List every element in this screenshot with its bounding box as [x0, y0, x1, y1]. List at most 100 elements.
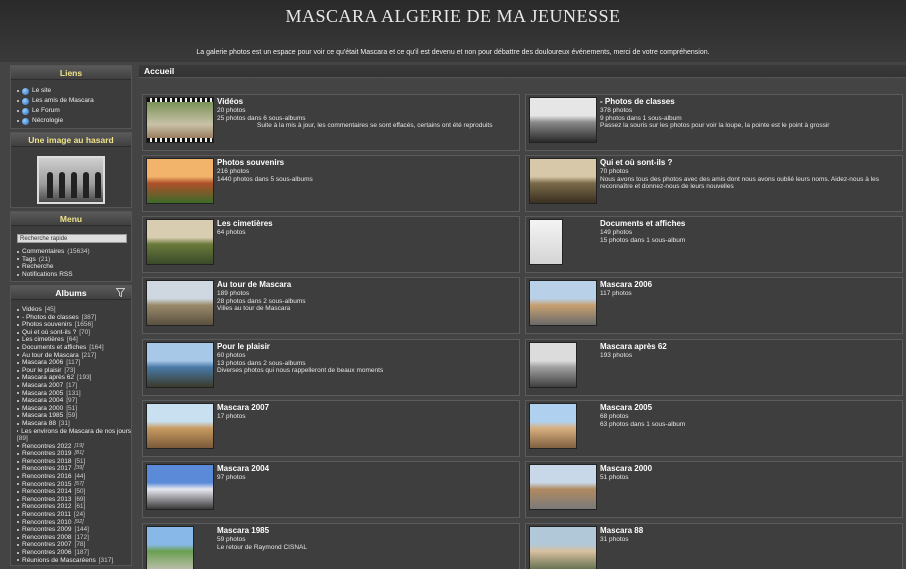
album-item[interactable]: Rencontres 2006 [187]: [17, 549, 131, 557]
album-card[interactable]: - Photos de classes 378 photos 9 photos da…: [525, 94, 903, 151]
album-thumbnail[interactable]: [529, 219, 563, 265]
album-item-label[interactable]: Photos souvenirs: [22, 321, 72, 329]
album-item-label[interactable]: Les cimetières: [22, 336, 64, 344]
album-item-label[interactable]: Rencontres 2015: [22, 481, 72, 489]
album-card-title[interactable]: Photos souvenirs: [217, 158, 284, 167]
album-item[interactable]: Les cimetières [64]: [17, 336, 131, 344]
album-item[interactable]: Mascara 2007 [17]: [17, 382, 131, 390]
album-card-title[interactable]: Mascara 2004: [217, 464, 269, 473]
album-item[interactable]: Mascara 1985 [59]: [17, 412, 131, 420]
album-item-label[interactable]: Vidéos: [22, 306, 42, 314]
album-item-label[interactable]: Mascara 2005: [22, 390, 63, 398]
album-item[interactable]: Les environs de Mascara de nos jours: [17, 428, 131, 436]
album-item-label[interactable]: Rencontres 2007: [22, 541, 72, 549]
menu-item[interactable]: Tags (21): [17, 256, 131, 264]
album-card-title[interactable]: Vidéos: [217, 97, 243, 106]
album-item[interactable]: Rencontres 2016 [44]: [17, 473, 131, 481]
album-item-label[interactable]: Documents et affiches: [22, 344, 86, 352]
album-item[interactable]: Documents et affiches [164]: [17, 344, 131, 352]
album-card[interactable]: Mascara 1985 59 photos Le retour de Raymon…: [142, 523, 520, 569]
album-item-label[interactable]: Mascara 2007: [22, 382, 63, 390]
album-item-label[interactable]: Les environs de Mascara de nos jours: [21, 428, 131, 436]
album-item-label[interactable]: Rencontres 2006: [22, 549, 72, 557]
album-thumbnail[interactable]: [146, 403, 214, 449]
album-card-title[interactable]: Mascara 2005: [600, 403, 652, 412]
site-title[interactable]: MASCARA ALGERIE DE MA JEUNESSE: [0, 6, 906, 27]
album-item-label[interactable]: Rencontres 2010: [22, 519, 72, 527]
album-card-title[interactable]: Mascara 2000: [600, 464, 652, 473]
album-item-label[interactable]: Rencontres 2012: [22, 503, 72, 511]
album-card[interactable]: Qui et où sont-ils ? 70 photos Nous avons …: [525, 155, 903, 212]
album-item[interactable]: Réunions de Mascaréens [317]: [17, 557, 131, 565]
album-thumbnail[interactable]: [529, 342, 577, 388]
link-label[interactable]: Le site: [32, 86, 51, 96]
album-card[interactable]: Mascara 2007 17 photos: [142, 400, 520, 457]
album-item-label[interactable]: Rencontres 2016: [22, 473, 72, 481]
album-item-label[interactable]: Rencontres 2008: [22, 534, 72, 542]
album-card[interactable]: Mascara après 62 193 photos: [525, 339, 903, 396]
album-item[interactable]: Rencontres 2018 [51]: [17, 458, 131, 466]
menu-item[interactable]: Recherche: [17, 263, 131, 271]
album-card-title[interactable]: Mascara 2006: [600, 280, 652, 289]
album-item[interactable]: Pour le plaisir [73]: [17, 367, 131, 375]
menu-item[interactable]: Commentaires (15634): [17, 248, 131, 256]
album-item-label[interactable]: Réunions de Mascaréens: [22, 557, 96, 565]
album-item[interactable]: Rencontres 2014 [50]: [17, 488, 131, 496]
album-card[interactable]: Mascara 2006 117 photos: [525, 277, 903, 334]
album-thumbnail[interactable]: [146, 158, 214, 204]
album-card[interactable]: Vidéos 20 photos 25 photos dans 6 sous-alb…: [142, 94, 520, 151]
album-item-label[interactable]: [89]: [17, 435, 28, 443]
album-thumbnail[interactable]: [529, 403, 577, 449]
link-item[interactable]: Les amis de Mascara: [17, 96, 131, 106]
filter-icon[interactable]: [116, 288, 125, 297]
album-thumbnail[interactable]: [146, 219, 214, 265]
album-card-title[interactable]: Documents et affiches: [600, 219, 685, 228]
album-item-label[interactable]: Rencontres 2011: [22, 511, 71, 519]
album-item[interactable]: Rencontres 2013 [69]: [17, 496, 131, 504]
album-card-title[interactable]: Au tour de Mascara: [217, 280, 291, 289]
album-card-title[interactable]: Mascara après 62: [600, 342, 667, 351]
album-item[interactable]: Au tour de Mascara [217]: [17, 352, 131, 360]
album-item[interactable]: Rencontres 2022 [19]: [17, 443, 131, 451]
album-item-label[interactable]: Pour le plaisir: [22, 367, 61, 375]
menu-item-label[interactable]: Tags: [22, 256, 36, 264]
album-thumbnail[interactable]: [146, 526, 194, 569]
album-item-label[interactable]: Rencontres 2017: [22, 465, 72, 473]
album-item[interactable]: Rencontres 2015 [57]: [17, 481, 131, 489]
menu-item-label[interactable]: Recherche: [22, 263, 53, 271]
album-item-label[interactable]: Mascara 2004: [22, 397, 63, 405]
album-thumbnail[interactable]: [146, 280, 214, 326]
album-item-label[interactable]: Mascara après 62: [22, 374, 74, 382]
album-item[interactable]: [89]: [17, 435, 131, 443]
album-thumbnail[interactable]: [529, 464, 597, 510]
album-item[interactable]: Mascara 2006 [117]: [17, 359, 131, 367]
album-card[interactable]: Mascara 88 31 photos: [525, 523, 903, 569]
breadcrumb-home[interactable]: Accueil: [144, 66, 174, 76]
album-card[interactable]: Mascara 2000 51 photos: [525, 461, 903, 518]
random-image-thumbnail[interactable]: [37, 156, 105, 204]
menu-item-label[interactable]: Notifications RSS: [22, 271, 73, 279]
album-card-title[interactable]: Mascara 2007: [217, 403, 269, 412]
album-item[interactable]: Mascara après 62 [193]: [17, 374, 131, 382]
album-card[interactable]: Photos souvenirs 216 photos 1440 photos da…: [142, 155, 520, 212]
album-item[interactable]: Rencontres 2019 [81]: [17, 450, 131, 458]
link-label[interactable]: Le Forum: [32, 106, 60, 116]
album-item[interactable]: Rencontres 2009 [144]: [17, 526, 131, 534]
album-item[interactable]: Rencontres 2011 [24]: [17, 511, 131, 519]
link-item[interactable]: Le site: [17, 86, 131, 96]
album-card-title[interactable]: Pour le plaisir: [217, 342, 270, 351]
album-card-title[interactable]: Mascara 1985: [217, 526, 269, 535]
album-card[interactable]: Les cimetières 64 photos: [142, 216, 520, 273]
album-card-title[interactable]: Mascara 88: [600, 526, 643, 535]
album-item[interactable]: Rencontres 2010 [92]: [17, 519, 131, 527]
album-item-label[interactable]: Rencontres 2019: [22, 450, 72, 458]
album-thumbnail[interactable]: [529, 158, 597, 204]
album-item-label[interactable]: Mascara 2006: [22, 359, 63, 367]
album-item[interactable]: Mascara 2004 [97]: [17, 397, 131, 405]
album-card-title[interactable]: - Photos de classes: [600, 97, 675, 106]
album-item-label[interactable]: Rencontres 2014: [22, 488, 72, 496]
album-thumbnail[interactable]: [146, 97, 214, 143]
album-item[interactable]: - Photos de classes [387]: [17, 314, 131, 322]
album-thumbnail[interactable]: [146, 342, 214, 388]
album-item[interactable]: Rencontres 2007 [78]: [17, 541, 131, 549]
